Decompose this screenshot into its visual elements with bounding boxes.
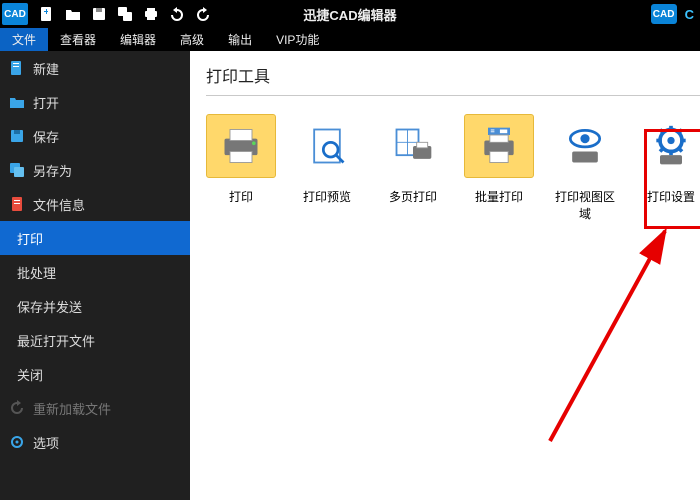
sidebar-item-options[interactable]: 选项 — [0, 425, 190, 459]
sidebar-item-label: 关闭 — [17, 365, 43, 384]
sidebar-item-label: 保存 — [33, 127, 59, 146]
sidebar-item-save-as[interactable]: 另存为 — [0, 153, 190, 187]
tool-multi-page-print[interactable]: 多页打印 — [378, 114, 448, 222]
tool-batch-print[interactable]: 批量打印 — [464, 114, 534, 222]
printer-icon — [219, 124, 263, 168]
sidebar-item-label: 重新加载文件 — [33, 399, 111, 418]
redo-icon[interactable] — [194, 5, 212, 23]
annotation-arrow — [530, 211, 700, 466]
sidebar-item-close[interactable]: 关闭 — [0, 357, 190, 391]
tool-label: 多页打印 — [389, 188, 437, 205]
sidebar-item-label: 打印 — [17, 229, 43, 248]
tool-label: 打印 — [229, 188, 253, 205]
new-doc-icon[interactable] — [38, 5, 56, 23]
sidebar-item-batch[interactable]: 批处理 — [0, 255, 190, 289]
sidebar-item-label: 新建 — [33, 59, 59, 78]
sidebar-item-new[interactable]: 新建 — [0, 51, 190, 85]
tool-print-view-area[interactable]: 打印视图区域 — [550, 114, 620, 222]
batch-print-icon — [477, 124, 521, 168]
title-bar: CAD 迅捷CAD编辑器 CAD C — [0, 0, 700, 28]
save-as-icon[interactable] — [116, 5, 134, 23]
print-tools-row: 打印 打印预览 多页打印 批量打印 — [206, 114, 700, 222]
tool-label: 打印预览 — [303, 188, 351, 205]
undo-icon[interactable] — [168, 5, 186, 23]
save-icon — [9, 128, 25, 144]
menu-file[interactable]: 文件 — [0, 28, 48, 51]
save-as-icon — [9, 162, 25, 178]
open-folder-icon[interactable] — [64, 5, 82, 23]
print-icon[interactable] — [142, 5, 160, 23]
eye-area-icon — [563, 124, 607, 168]
menu-advanced[interactable]: 高级 — [168, 28, 216, 51]
sidebar-item-label: 选项 — [33, 433, 59, 452]
menu-viewer[interactable]: 查看器 — [48, 28, 108, 51]
sidebar: 新建 打开 保存 另存为 文件信息 打印 批处理 保存并发送 — [0, 51, 190, 500]
sidebar-item-print[interactable]: 打印 — [0, 221, 190, 255]
sidebar-item-label: 文件信息 — [33, 195, 85, 214]
tool-print-settings[interactable]: 打印设置 — [636, 114, 700, 222]
open-folder-icon — [9, 94, 25, 110]
app-logo-icon: CAD — [2, 3, 28, 25]
tool-label: 打印设置 — [647, 188, 695, 205]
menu-vip[interactable]: VIP功能 — [264, 28, 331, 51]
tool-label: 打印视图区域 — [550, 188, 620, 222]
preview-icon — [305, 124, 349, 168]
menu-bar: 文件 查看器 编辑器 高级 输出 VIP功能 — [0, 28, 700, 51]
tool-print[interactable]: 打印 — [206, 114, 276, 222]
content-pane: 打印工具 打印 打印预览 多页打印 — [190, 51, 700, 500]
file-info-icon — [9, 196, 25, 212]
multipage-icon — [391, 124, 435, 168]
cad-badge-icon[interactable]: CAD — [651, 4, 677, 24]
window-title: 迅捷CAD编辑器 — [303, 5, 396, 24]
save-icon[interactable] — [90, 5, 108, 23]
sidebar-item-open[interactable]: 打开 — [0, 85, 190, 119]
sidebar-item-save-send[interactable]: 保存并发送 — [0, 289, 190, 323]
sidebar-item-recent[interactable]: 最近打开文件 — [0, 323, 190, 357]
gear-icon — [9, 434, 25, 450]
sidebar-item-label: 保存并发送 — [17, 297, 82, 316]
menu-editor[interactable]: 编辑器 — [108, 28, 168, 51]
sidebar-item-label: 打开 — [33, 93, 59, 112]
tool-label: 批量打印 — [475, 188, 523, 205]
new-doc-icon — [9, 60, 25, 76]
c-label: C — [685, 7, 694, 22]
sidebar-item-fileinfo[interactable]: 文件信息 — [0, 187, 190, 221]
quick-access-toolbar — [38, 5, 212, 23]
content-heading: 打印工具 — [206, 63, 700, 87]
reload-icon — [9, 400, 25, 416]
sidebar-item-save[interactable]: 保存 — [0, 119, 190, 153]
gear-printer-icon — [649, 124, 693, 168]
sidebar-item-label: 批处理 — [17, 263, 56, 282]
tool-print-preview[interactable]: 打印预览 — [292, 114, 362, 222]
sidebar-item-reload: 重新加载文件 — [0, 391, 190, 425]
sidebar-item-label: 最近打开文件 — [17, 331, 95, 350]
menu-output[interactable]: 输出 — [216, 28, 264, 51]
sidebar-item-label: 另存为 — [33, 161, 72, 180]
